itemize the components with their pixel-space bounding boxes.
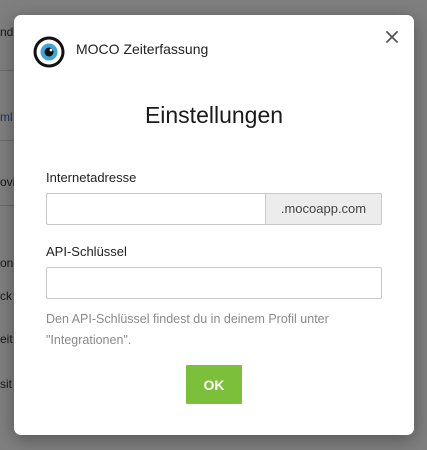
close-icon[interactable]	[384, 29, 400, 45]
api-key-help-text: Den API-Schlüssel findest du in deinem P…	[46, 312, 329, 347]
api-key-input[interactable]	[46, 267, 382, 299]
dialog-title: Einstellungen	[144, 102, 284, 128]
url-input[interactable]	[46, 193, 265, 225]
ok-button[interactable]: OK	[186, 365, 242, 404]
settings-dialog: MOCO Zeiterfassung Einstellungen Interne…	[14, 15, 414, 435]
moco-eye-logo-icon	[33, 36, 65, 68]
api-key-label: API-Schlüssel	[46, 244, 127, 259]
url-label: Internetadresse	[46, 170, 137, 185]
url-suffix-addon: .mocoapp.com	[265, 193, 382, 225]
app-name: MOCO Zeiterfassung	[76, 41, 209, 57]
